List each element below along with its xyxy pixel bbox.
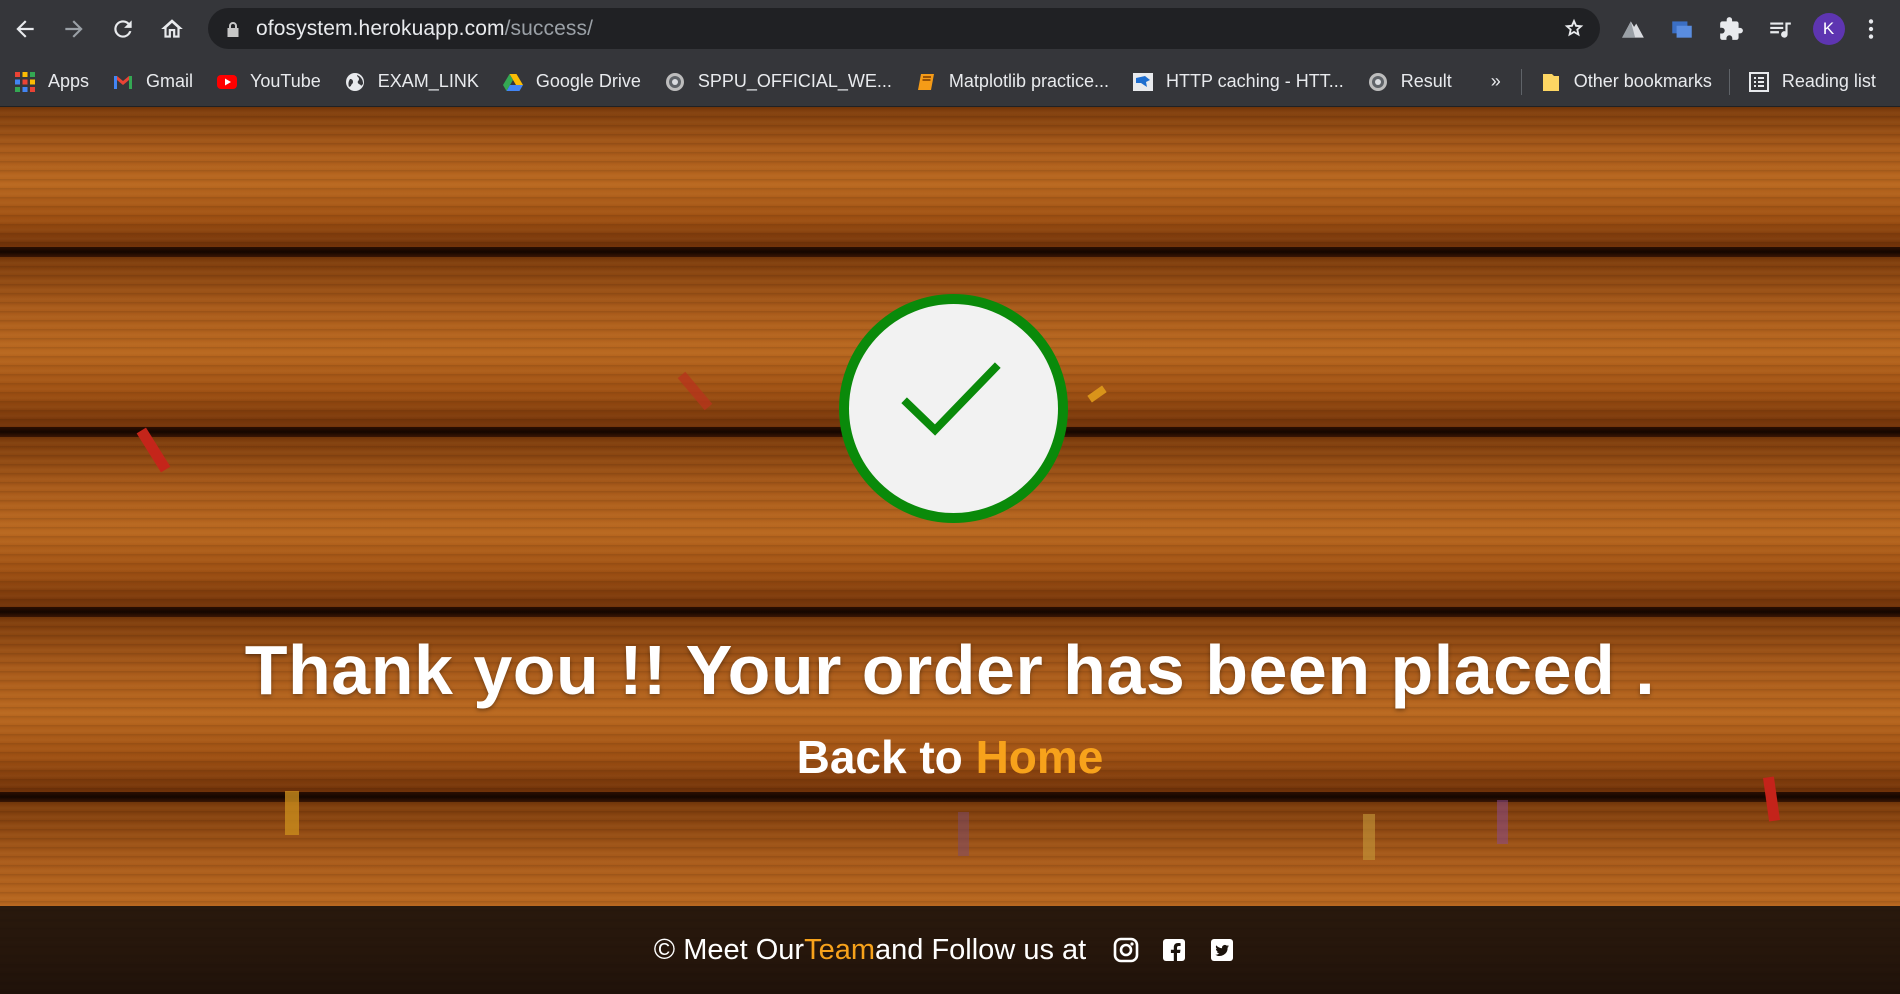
success-page: Thank you !! Your order has been placed … — [0, 107, 1900, 994]
page-footer: © Meet Our Team and Follow us at — [0, 906, 1900, 994]
google-drive-icon — [502, 71, 524, 93]
instagram-icon[interactable] — [1112, 936, 1140, 964]
back-prefix-text: Back to — [796, 731, 976, 783]
puzzle-icon — [1719, 16, 1743, 40]
playlist-music-icon — [1769, 22, 1791, 38]
bookmarks-divider — [1520, 68, 1522, 95]
media-control-button[interactable] — [1755, 4, 1804, 53]
overflow-chevron-label: » — [1490, 71, 1501, 91]
bookmark-label: Matplotlib practice... — [948, 71, 1109, 91]
bookmarks-overflow-button[interactable]: » — [1463, 64, 1515, 100]
extension-mountain-button[interactable] — [1608, 4, 1657, 53]
confetti-piece — [958, 812, 969, 856]
mountain-icon — [1621, 20, 1644, 38]
home-icon — [160, 18, 183, 38]
reading-list-label: Reading list — [1781, 71, 1876, 91]
notebook-icon — [915, 71, 937, 93]
avatar: K — [1812, 12, 1845, 45]
confetti-piece — [1363, 814, 1375, 860]
bookmark-label: SPPU_OFFICIAL_WE... — [697, 71, 892, 91]
bookmark-matplotlib[interactable]: Matplotlib practice... — [903, 64, 1120, 100]
success-checkmark — [839, 294, 1068, 523]
reading-list-icon — [1748, 71, 1770, 93]
twitter-icon[interactable] — [1208, 936, 1236, 964]
bookmark-apps[interactable]: Apps — [0, 64, 100, 100]
bookmark-label: Apps — [48, 71, 90, 91]
extensions-button[interactable] — [1706, 4, 1755, 53]
gmail-icon — [112, 71, 134, 93]
address-bar[interactable]: ofosystem.herokuapp.com/success/ — [208, 8, 1600, 49]
other-bookmarks-label: Other bookmarks — [1573, 71, 1712, 91]
back-to-home: Back to Home — [0, 730, 1900, 784]
reload-icon — [113, 19, 132, 38]
globe-icon — [344, 71, 366, 93]
kebab-menu-icon — [1868, 18, 1874, 39]
wood-plank — [0, 107, 1900, 247]
bookmark-exam-link[interactable]: EXAM_LINK — [332, 64, 490, 100]
forward-button[interactable] — [49, 4, 98, 53]
bookmark-youtube[interactable]: YouTube — [204, 64, 332, 100]
facebook-icon[interactable] — [1160, 936, 1188, 964]
bookmark-label: HTTP caching - HTT... — [1166, 71, 1344, 91]
bookmark-label: EXAM_LINK — [377, 71, 479, 91]
bookmark-label: Google Drive — [535, 71, 641, 91]
bookmark-http-caching[interactable]: HTTP caching - HTT... — [1120, 64, 1355, 100]
mdn-icon — [1132, 71, 1154, 93]
lock-icon — [227, 21, 239, 37]
footer-suffix-text: and Follow us at — [875, 933, 1087, 966]
confetti-piece — [285, 791, 299, 835]
social-links — [1102, 936, 1246, 964]
check-icon — [901, 362, 1001, 436]
url-text: ofosystem.herokuapp.com/success/ — [256, 16, 594, 40]
sppu-emblem-icon — [664, 71, 686, 93]
bookmark-label: Gmail — [146, 71, 194, 91]
extensions-area: K — [1608, 0, 1889, 57]
bookmark-gmail[interactable]: Gmail — [100, 64, 204, 100]
reading-list-button[interactable]: Reading list — [1736, 64, 1887, 100]
bookmarks-divider — [1728, 68, 1730, 95]
bookmarks-bar: Apps Gmail YouTube EXAM_LINK Google Driv… — [0, 57, 1900, 107]
other-bookmarks-folder[interactable]: Other bookmarks — [1528, 64, 1723, 100]
plank-gap — [0, 247, 1900, 257]
apps-grid-icon — [14, 71, 36, 93]
profile-button[interactable]: K — [1804, 4, 1853, 53]
back-button[interactable] — [0, 4, 49, 53]
home-button[interactable] — [147, 4, 196, 53]
bookmark-result[interactable]: Result — [1355, 64, 1463, 100]
home-link[interactable]: Home — [976, 731, 1104, 783]
order-confirmation-heading: Thank you !! Your order has been placed … — [244, 631, 1656, 709]
bookmark-sppu-official[interactable]: SPPU_OFFICIAL_WE... — [652, 64, 903, 100]
extension-window-button[interactable] — [1657, 4, 1706, 53]
confetti-piece — [1497, 800, 1508, 844]
reload-button[interactable] — [98, 4, 147, 53]
sppu-emblem-icon — [1367, 71, 1389, 93]
folder-icon — [1540, 71, 1562, 93]
bookmark-label: Result — [1400, 71, 1452, 91]
arrow-left-icon — [15, 19, 34, 38]
arrow-right-icon — [64, 19, 83, 38]
browser-toolbar: ofosystem.herokuapp.com/success/ K — [0, 0, 1900, 57]
bookmark-star-icon[interactable] — [1562, 16, 1586, 40]
plank-gap — [0, 607, 1900, 617]
window-icon — [1671, 20, 1692, 38]
team-link[interactable]: Team — [804, 934, 875, 967]
bookmark-label: YouTube — [250, 71, 321, 91]
bookmark-google-drive[interactable]: Google Drive — [490, 64, 652, 100]
footer-prefix-text: © Meet Our — [653, 933, 805, 966]
youtube-icon — [216, 71, 238, 93]
browser-menu-button[interactable] — [1853, 4, 1889, 53]
